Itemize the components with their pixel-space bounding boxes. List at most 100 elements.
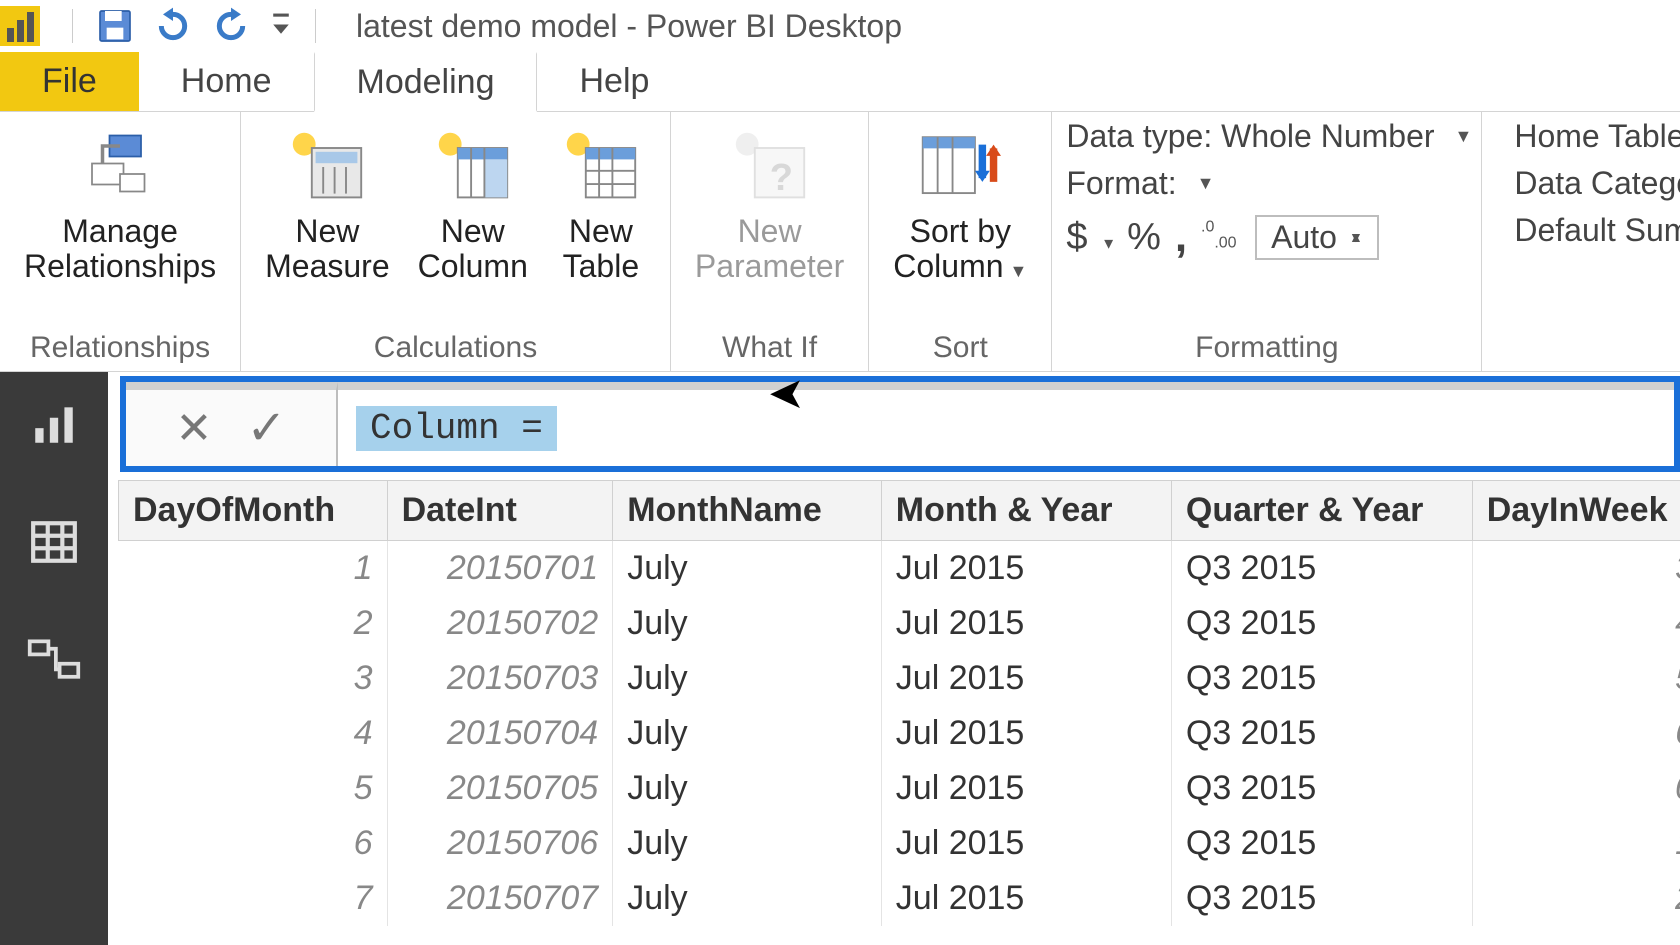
model-view-icon[interactable] [24, 630, 84, 690]
percent-button[interactable]: % [1127, 216, 1161, 259]
title-bar: latest demo model - Power BI Desktop [0, 0, 1680, 52]
chevron-down-icon: ▼ [1010, 261, 1028, 281]
formula-text: Column = [356, 406, 557, 451]
cell[interactable]: 20150705 [387, 761, 613, 816]
group-label-whatif: What If [685, 327, 854, 371]
undo-icon[interactable] [153, 6, 193, 46]
cell[interactable]: July [613, 651, 882, 706]
cell[interactable]: Jul 2015 [881, 541, 1171, 597]
commit-formula-icon[interactable]: ✓ [246, 400, 286, 456]
cell[interactable]: 20150707 [387, 871, 613, 926]
format-dropdown[interactable]: Format: ▼ [1066, 165, 1472, 202]
data-view-icon[interactable] [24, 512, 84, 572]
table-row[interactable]: 520150705JulyJul 2015Q3 20150Sun [119, 761, 1680, 816]
cell[interactable]: Q3 2015 [1171, 761, 1472, 816]
column-header[interactable]: MonthName [613, 481, 882, 541]
column-header[interactable]: DayInWeek [1472, 481, 1680, 541]
new-parameter-label: New Parameter [695, 214, 844, 284]
default-summarization-dropdown[interactable]: Default Sum [1514, 212, 1680, 249]
cell[interactable]: 5 [119, 761, 388, 816]
comma-button[interactable]: , [1175, 212, 1187, 262]
divider [72, 9, 73, 43]
sort-by-column-button[interactable]: Sort by Column▼ [883, 118, 1037, 284]
cell[interactable]: 20150702 [387, 596, 613, 651]
divider [315, 9, 316, 43]
cell[interactable]: 20150701 [387, 541, 613, 597]
home-table-dropdown[interactable]: Home Table: [1514, 118, 1680, 155]
cell[interactable]: July [613, 706, 882, 761]
new-measure-button[interactable]: New Measure [255, 118, 400, 284]
group-label-properties [1496, 327, 1680, 371]
tab-home[interactable]: Home [139, 52, 314, 111]
table-row[interactable]: 320150703JulyJul 2015Q3 20155Fric [119, 651, 1680, 706]
cell[interactable]: 2 [1472, 871, 1680, 926]
cell[interactable]: Jul 2015 [881, 761, 1171, 816]
redo-icon[interactable] [211, 6, 251, 46]
qat-customize-icon[interactable] [269, 6, 293, 46]
cell[interactable]: Jul 2015 [881, 816, 1171, 871]
cell[interactable]: 0 [1472, 761, 1680, 816]
cell[interactable]: Jul 2015 [881, 871, 1171, 926]
cell[interactable]: 6 [119, 816, 388, 871]
datatype-dropdown[interactable]: Data type: Whole Number ▼ [1066, 118, 1472, 155]
cell[interactable]: July [613, 541, 882, 597]
decimal-icon[interactable]: .0.00 [1201, 215, 1241, 259]
view-sidebar [0, 372, 108, 945]
formula-bar: ✕ ✓ Column = [120, 376, 1680, 472]
cell[interactable]: 20150706 [387, 816, 613, 871]
ribbon-group-formatting: Data type: Whole Number ▼ Format: ▼ $ ▾ … [1052, 112, 1482, 371]
cell[interactable]: July [613, 596, 882, 651]
cell[interactable]: 2 [119, 596, 388, 651]
formula-input[interactable]: Column = [338, 382, 1674, 466]
column-header[interactable]: Quarter & Year [1171, 481, 1472, 541]
cell[interactable]: Jul 2015 [881, 596, 1171, 651]
cell[interactable]: Q3 2015 [1171, 871, 1472, 926]
cell[interactable]: 1 [119, 541, 388, 597]
report-view-icon[interactable] [24, 394, 84, 454]
cell[interactable]: 4 [119, 706, 388, 761]
cell[interactable]: July [613, 761, 882, 816]
tab-modeling[interactable]: Modeling [314, 52, 538, 112]
decimals-auto-stepper[interactable]: Auto ▲▼ [1255, 215, 1379, 260]
table-row[interactable]: 220150702JulyJul 2015Q3 20154Thu [119, 596, 1680, 651]
cell[interactable]: 5 [1472, 651, 1680, 706]
cell[interactable]: 6 [1472, 706, 1680, 761]
cell[interactable]: 20150704 [387, 706, 613, 761]
window-title: latest demo model - Power BI Desktop [348, 8, 902, 45]
cell[interactable]: 3 [1472, 541, 1680, 597]
tab-help[interactable]: Help [537, 52, 691, 111]
manage-relationships-button[interactable]: Manage Relationships [14, 118, 226, 284]
cell[interactable]: 4 [1472, 596, 1680, 651]
cell[interactable]: Q3 2015 [1171, 816, 1472, 871]
relationships-icon [85, 124, 155, 210]
table-header-row: DayOfMonth DateInt MonthName Month & Yea… [119, 481, 1680, 541]
cell[interactable]: Q3 2015 [1171, 651, 1472, 706]
table-row[interactable]: 120150701JulyJul 2015Q3 20153We [119, 541, 1680, 597]
cell[interactable]: Q3 2015 [1171, 541, 1472, 597]
new-column-button[interactable]: New Column [408, 118, 538, 284]
cell[interactable]: Q3 2015 [1171, 706, 1472, 761]
column-header[interactable]: DayOfMonth [119, 481, 388, 541]
cell[interactable]: July [613, 871, 882, 926]
data-category-dropdown[interactable]: Data Catego [1514, 165, 1680, 202]
column-header[interactable]: DateInt [387, 481, 613, 541]
cell[interactable]: Jul 2015 [881, 706, 1171, 761]
cell[interactable]: Q3 2015 [1171, 596, 1472, 651]
ribbon-group-relationships: Manage Relationships Relationships [0, 112, 241, 371]
currency-button[interactable]: $ ▾ [1066, 216, 1113, 259]
cell[interactable]: Jul 2015 [881, 651, 1171, 706]
new-column-label: New Column [418, 214, 528, 284]
table-row[interactable]: 620150706JulyJul 2015Q3 20151Mo [119, 816, 1680, 871]
cell[interactable]: 7 [119, 871, 388, 926]
table-row[interactable]: 420150704JulyJul 2015Q3 20156Sat [119, 706, 1680, 761]
cancel-formula-icon[interactable]: ✕ [175, 403, 212, 454]
cell[interactable]: July [613, 816, 882, 871]
new-table-button[interactable]: New Table [546, 118, 656, 284]
cell[interactable]: 1 [1472, 816, 1680, 871]
tab-file[interactable]: File [0, 52, 139, 111]
column-header[interactable]: Month & Year [881, 481, 1171, 541]
cell[interactable]: 3 [119, 651, 388, 706]
save-icon[interactable] [95, 6, 135, 46]
cell[interactable]: 20150703 [387, 651, 613, 706]
table-row[interactable]: 720150707JulyJul 2015Q3 20152Tue [119, 871, 1680, 926]
